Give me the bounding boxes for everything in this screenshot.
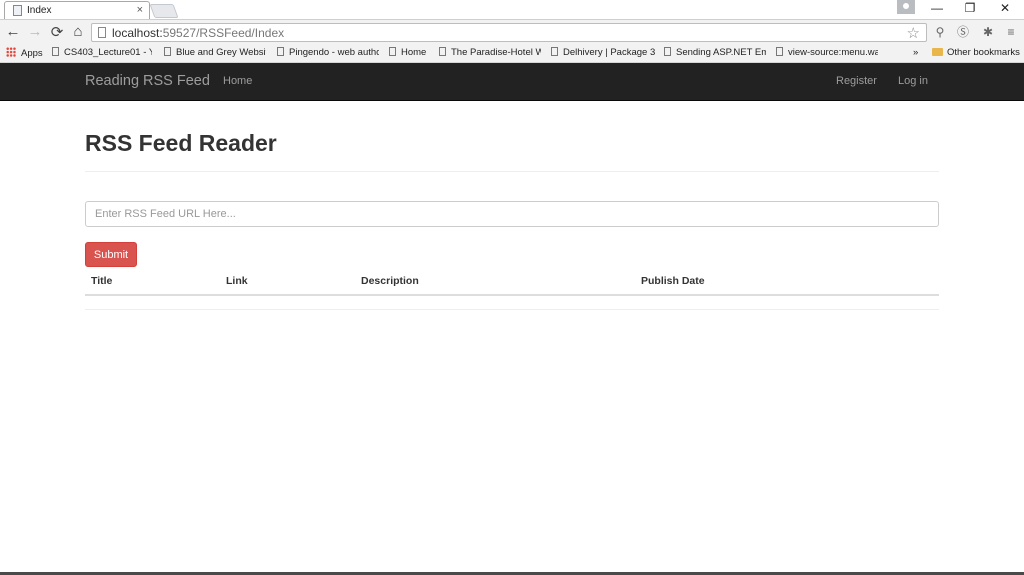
rss-url-input[interactable] (85, 201, 939, 227)
close-window-button[interactable]: ✕ (990, 1, 1020, 15)
menu-icon[interactable]: ≡ (1003, 24, 1019, 40)
minimize-button[interactable]: — (922, 1, 952, 15)
url-text: localhost:59527/RSSFeed/Index (112, 26, 285, 40)
login-link[interactable]: Log in (898, 75, 928, 87)
page-icon (52, 47, 59, 56)
page-icon (776, 47, 783, 56)
folder-icon (932, 48, 943, 56)
bookmark-item[interactable]: CS403_Lecture01 - Yo (52, 47, 152, 58)
new-tab-button[interactable] (149, 4, 179, 18)
page-icon (389, 47, 396, 56)
bookmarks-bar: Apps CS403_Lecture01 - Yo Blue and Grey … (0, 44, 1024, 63)
extension-search-icon[interactable]: ⚲ (932, 24, 948, 40)
divider (85, 309, 939, 310)
restore-button[interactable]: ❐ (955, 1, 985, 15)
page-icon (13, 5, 22, 16)
page-title: RSS Feed Reader (85, 130, 277, 156)
page-icon (664, 47, 671, 56)
close-tab-icon[interactable]: × (137, 4, 143, 16)
column-title: Title (91, 275, 113, 287)
bookmark-item[interactable]: Pingendo - web autho (277, 47, 379, 58)
bookmark-item[interactable]: Home (389, 47, 433, 58)
extension-puzzle-icon[interactable]: ✱ (980, 24, 996, 40)
reload-button[interactable]: ⟳ (48, 23, 66, 41)
table-header-border (85, 294, 939, 296)
brand-link[interactable]: Reading RSS Feed (85, 73, 210, 89)
tab-strip: Index × — ❐ ✕ (0, 0, 1024, 19)
address-bar[interactable]: localhost:59527/RSSFeed/Index ☆ (91, 23, 927, 42)
bookmark-apps[interactable]: Apps (6, 47, 43, 59)
page-icon (439, 47, 446, 56)
tab-title: Index (27, 5, 52, 16)
bookmarks-overflow-button[interactable]: » (913, 47, 918, 58)
page-icon (277, 47, 284, 56)
page-icon (98, 27, 106, 38)
bookmark-item[interactable]: Delhivery | Package 3( (551, 47, 655, 58)
browser-toolbar: ← → ⟳ ⌂ localhost:59527/RSSFeed/Index ☆ … (0, 19, 1024, 44)
apps-icon (6, 47, 16, 57)
forward-button[interactable]: → (26, 23, 44, 40)
back-button[interactable]: ← (4, 23, 22, 40)
other-bookmarks[interactable]: Other bookmarks (932, 47, 1020, 58)
bookmark-star-icon[interactable]: ☆ (907, 24, 920, 42)
submit-button[interactable]: Submit (85, 242, 137, 267)
page-icon (551, 47, 558, 56)
column-link: Link (226, 275, 248, 287)
tab-index[interactable]: Index × (4, 1, 150, 19)
page-icon (164, 47, 171, 56)
home-button[interactable]: ⌂ (69, 23, 87, 40)
nav-home-link[interactable]: Home (223, 75, 252, 87)
divider (85, 171, 939, 172)
column-publish-date: Publish Date (641, 275, 705, 287)
profile-icon[interactable] (897, 0, 915, 14)
bookmark-item[interactable]: The Paradise-Hotel W (439, 47, 541, 58)
bookmark-item[interactable]: Blue and Grey Websit (164, 47, 266, 58)
bookmark-item[interactable]: view-source:menu.wa (776, 47, 878, 58)
bookmark-item[interactable]: Sending ASP.NET Ema (664, 47, 766, 58)
register-link[interactable]: Register (836, 75, 877, 87)
site-navbar: Reading RSS Feed Home Register Log in (0, 63, 1024, 101)
extension-skype-icon[interactable]: Ⓢ (955, 24, 971, 40)
column-description: Description (361, 275, 419, 287)
